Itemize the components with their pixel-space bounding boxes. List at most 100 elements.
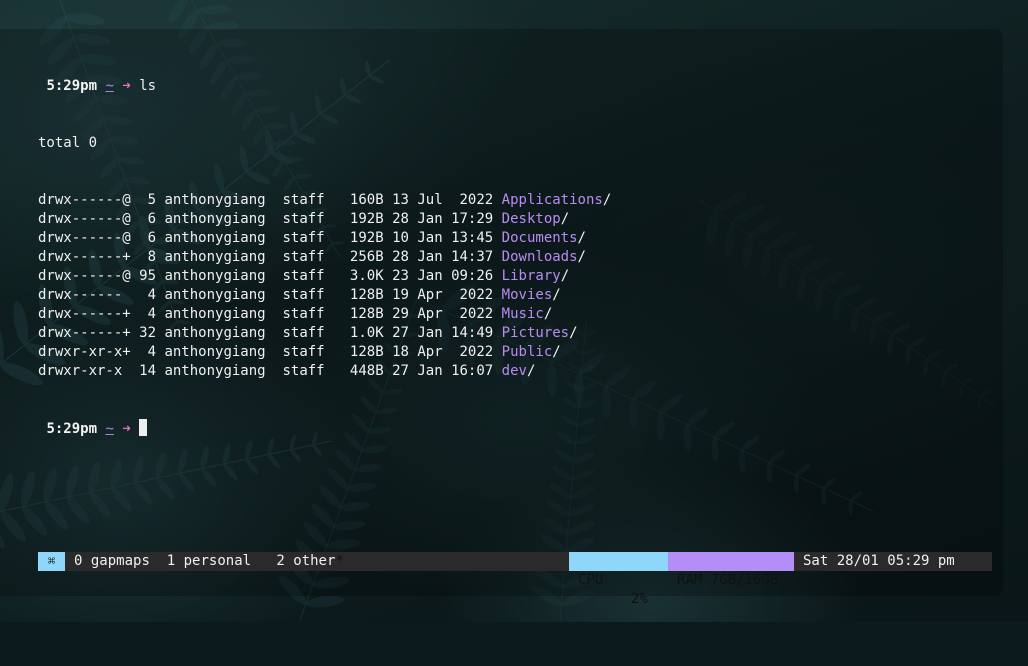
permissions: drwx------+	[38, 325, 131, 341]
file-size: 1.0K	[341, 325, 384, 341]
directory-name[interactable]: Library	[502, 268, 561, 284]
link-count: 6	[139, 211, 157, 227]
prompt-time: 5:29pm	[46, 421, 98, 437]
directory-name[interactable]: Pictures	[502, 325, 569, 341]
directory-name[interactable]: Desktop	[502, 211, 561, 227]
permissions: drwx------@	[38, 230, 131, 246]
directory-suffix: /	[577, 230, 586, 246]
owner: anthonygiang	[164, 211, 266, 227]
ls-entry: drwx------+ 8 anthonygiang staff 256B 28…	[38, 248, 611, 267]
cpu-label: CPU	[578, 572, 604, 588]
directory-suffix: /	[552, 344, 561, 360]
link-count: 4	[139, 287, 157, 303]
owner: anthonygiang	[164, 306, 266, 322]
modified-date: 27 Jan 14:49	[392, 325, 494, 341]
file-size: 160B	[341, 192, 384, 208]
file-size: 128B	[341, 287, 384, 303]
link-count: 32	[139, 325, 157, 341]
file-size: 448B	[341, 363, 384, 379]
owner: anthonygiang	[164, 230, 266, 246]
ram-indicator: RAM 7GB/16GB	[668, 552, 794, 588]
group: staff	[282, 306, 325, 322]
directory-suffix: /	[543, 306, 553, 322]
ls-entry: drwx------@ 6 anthonygiang staff 192B 10…	[38, 229, 611, 248]
owner: anthonygiang	[164, 249, 266, 265]
modified-date: 19 Apr 2022	[392, 287, 494, 303]
file-size: 128B	[341, 344, 384, 360]
prompt-arrow-icon: ➜	[122, 421, 131, 437]
directory-suffix: /	[577, 249, 586, 265]
prompt-time: 5:29pm	[46, 78, 98, 94]
group: staff	[282, 363, 325, 379]
owner: anthonygiang	[164, 344, 266, 360]
directory-name[interactable]: Downloads	[502, 249, 578, 265]
directory-name[interactable]: Applications	[502, 192, 603, 208]
modified-date: 28 Jan 14:37	[392, 249, 494, 265]
directory-suffix: /	[552, 287, 561, 303]
directory-suffix: /	[526, 363, 536, 379]
owner: anthonygiang	[164, 287, 266, 303]
permissions: drwx------@	[38, 211, 131, 227]
prompt-line-active[interactable]: 5:29pm ~ ➜	[38, 419, 611, 438]
modified-date: 18 Apr 2022	[392, 344, 494, 360]
terminal-output[interactable]: 5:29pm ~ ➜ ls total 0 drwx------@ 5 anth…	[38, 39, 611, 457]
link-count: 6	[139, 230, 157, 246]
datetime: Sat 28/01 05:29 pm	[803, 553, 955, 569]
file-size: 256B	[341, 249, 384, 265]
text-cursor	[139, 419, 148, 436]
prompt-line: 5:29pm ~ ➜ ls	[38, 77, 611, 96]
owner: anthonygiang	[164, 363, 266, 379]
file-size: 192B	[341, 211, 384, 227]
cpu-indicator: CPU 2%	[569, 552, 668, 607]
link-count: 95	[139, 268, 157, 284]
link-count: 4	[139, 306, 157, 322]
directory-name[interactable]: dev	[502, 363, 527, 379]
permissions: drwx------	[38, 287, 131, 303]
file-size: 192B	[341, 230, 384, 246]
fern-leaflet	[305, 595, 345, 608]
ls-entry: drwx------ 4 anthonygiang staff 128B 19 …	[38, 286, 611, 305]
group: staff	[282, 192, 325, 208]
group: staff	[282, 325, 325, 341]
group: staff	[282, 211, 325, 227]
link-count: 8	[139, 249, 157, 265]
permissions: drwx------+	[38, 249, 131, 265]
permissions: drwx------+	[38, 306, 131, 322]
permissions: drwx------@	[38, 268, 131, 284]
directory-suffix: /	[560, 211, 570, 227]
owner: anthonygiang	[164, 192, 266, 208]
link-count: 14	[139, 363, 157, 379]
prompt-cwd: ~	[105, 421, 114, 437]
directory-name[interactable]: Public	[502, 344, 553, 360]
total-line: total 0	[38, 135, 98, 151]
modified-date: 28 Jan 17:29	[392, 211, 494, 227]
permissions: drwx------@	[38, 192, 131, 208]
group: staff	[282, 268, 325, 284]
window-tab-gapmaps[interactable]: 0 gapmaps	[74, 553, 150, 569]
directory-name[interactable]: Music	[502, 306, 544, 322]
ram-label: RAM 7GB/16GB	[677, 572, 779, 588]
modified-date: 29 Apr 2022	[392, 306, 494, 322]
modified-date: 27 Jan 16:07	[392, 363, 494, 379]
file-size: 3.0K	[341, 268, 384, 284]
modified-date: 23 Jan 09:26	[392, 268, 494, 284]
ls-entry: drwx------+ 4 anthonygiang staff 128B 29…	[38, 305, 611, 324]
active-window-flag: *	[335, 553, 344, 569]
directory-name[interactable]: Documents	[502, 230, 578, 246]
command-key-icon: ⌘	[38, 552, 65, 571]
ls-listing: drwx------@ 5 anthonygiang staff 160B 13…	[38, 191, 611, 381]
group: staff	[282, 230, 325, 246]
ls-entry: drwx------@ 6 anthonygiang staff 192B 28…	[38, 210, 611, 229]
group: staff	[282, 344, 325, 360]
command-text: ls	[139, 78, 157, 94]
permissions: drwxr-xr-x+	[38, 344, 131, 360]
prompt-cwd: ~	[105, 78, 114, 94]
owner: anthonygiang	[164, 325, 266, 341]
modified-date: 10 Jan 13:45	[392, 230, 494, 246]
directory-suffix: /	[560, 268, 570, 284]
directory-name[interactable]: Movies	[502, 287, 553, 303]
fern-leaflet	[197, 4, 231, 15]
group: staff	[282, 287, 325, 303]
window-tab-other[interactable]: 2 other*	[276, 553, 343, 569]
window-tab-personal[interactable]: 1 personal	[167, 553, 251, 569]
